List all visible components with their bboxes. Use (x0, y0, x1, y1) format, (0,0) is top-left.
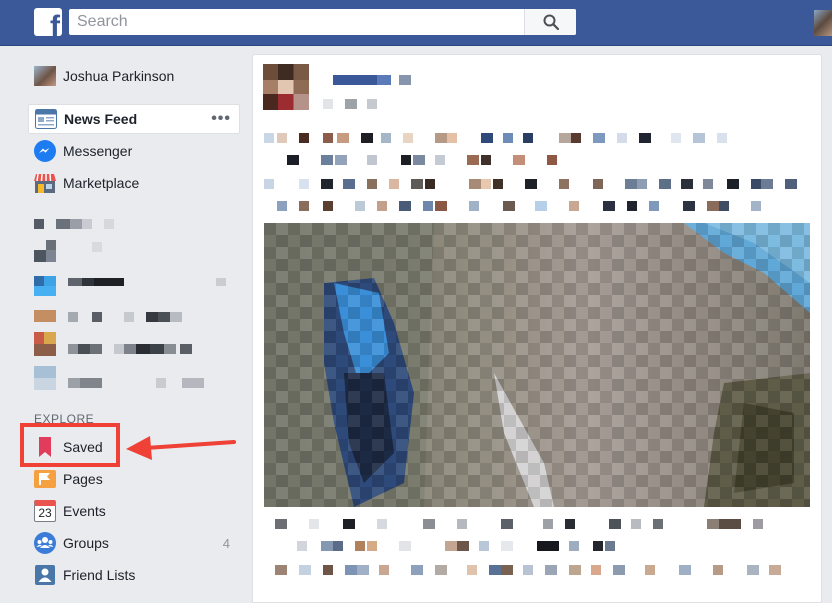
annotation-arrow-icon (126, 436, 236, 460)
calendar-date: 23 (38, 505, 52, 520)
sidebar-item-groups[interactable]: Groups 4 (28, 528, 240, 558)
more-options-icon[interactable]: ••• (211, 110, 231, 128)
highlight-box (20, 423, 120, 467)
calendar-icon: 23 (34, 500, 56, 522)
avatar (34, 66, 56, 86)
flag-icon (34, 468, 56, 490)
sidebar-item-events[interactable]: 23 Events (28, 496, 240, 526)
post-author-name[interactable] (333, 75, 377, 85)
profile-avatar[interactable] (814, 10, 832, 36)
sidebar-item-label: Friend Lists (63, 567, 136, 583)
profile-name: Joshua Parkinson (63, 68, 175, 84)
sidebar-item-label: Events (63, 503, 106, 519)
sidebar-item-messenger[interactable]: Messenger (28, 136, 240, 166)
post-photo[interactable] (264, 223, 810, 507)
sidebar-item-friend-lists[interactable]: Friend Lists (28, 560, 240, 590)
sidebar-item-profile[interactable]: Joshua Parkinson (28, 61, 240, 91)
top-navigation-bar: f (0, 0, 832, 46)
sidebar-item-marketplace[interactable]: Marketplace (28, 168, 240, 198)
search-icon (543, 14, 559, 30)
sidebar-item-label: Pages (63, 471, 103, 487)
facebook-logo-icon[interactable]: f (34, 8, 62, 36)
post-author-avatar[interactable] (263, 64, 309, 110)
sidebar-item-label: Messenger (63, 143, 133, 159)
groups-count: 4 (222, 535, 230, 551)
sidebar-item-label: News Feed (64, 111, 138, 127)
friend-list-icon (34, 564, 56, 586)
search-button[interactable] (524, 9, 576, 35)
search-bar (69, 9, 576, 35)
messenger-icon (34, 140, 56, 162)
sidebar-item-news-feed[interactable]: News Feed ••• (28, 104, 240, 134)
sidebar-item-label: Marketplace (63, 175, 140, 191)
sidebar-item-label: Groups (63, 535, 109, 551)
search-input[interactable] (69, 9, 524, 35)
news-feed-icon (35, 108, 57, 130)
sidebar-item-pages[interactable]: Pages (28, 464, 240, 494)
feed-post-card (252, 54, 822, 603)
marketplace-icon (34, 172, 56, 194)
groups-icon (34, 532, 56, 554)
